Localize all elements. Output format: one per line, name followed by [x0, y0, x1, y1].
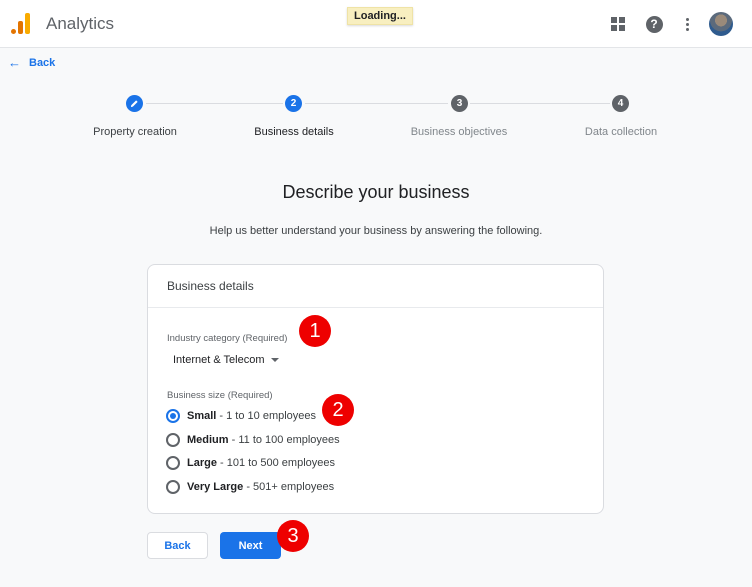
- page-subtitle: Help us better understand your business …: [209, 225, 543, 237]
- arrow-left-icon: ←: [8, 55, 21, 70]
- dropdown-caret-icon: [270, 358, 279, 362]
- step-label-data-collection: Data collection: [584, 126, 658, 138]
- back-link[interactable]: ← Back: [8, 55, 55, 70]
- loading-indicator: Loading...: [347, 7, 413, 25]
- top-app-bar: Analytics Loading... ?: [0, 0, 752, 48]
- step-2-marker: 2: [285, 95, 302, 112]
- back-link-label: Back: [29, 56, 56, 69]
- radio-label: Small - 1 to 10 employees: [187, 410, 316, 422]
- step-label-business-objectives: Business objectives: [410, 126, 508, 138]
- page-title: Describe your business: [282, 182, 470, 202]
- step-connector: [470, 103, 610, 104]
- next-button[interactable]: Next: [220, 532, 281, 559]
- radio-large[interactable]: Large - 101 to 500 employees: [166, 456, 335, 470]
- option-name: Large: [187, 457, 217, 469]
- more-vert-icon[interactable]: [677, 14, 697, 34]
- option-detail: - 501+ employees: [243, 481, 335, 493]
- step-label-business-details: Business details: [254, 126, 334, 138]
- step-3-marker: 3: [451, 95, 468, 112]
- radio-medium[interactable]: Medium - 11 to 100 employees: [166, 433, 340, 447]
- analytics-logo-icon[interactable]: [10, 12, 32, 34]
- option-detail: - 1 to 10 employees: [216, 410, 317, 422]
- help-icon[interactable]: ?: [644, 14, 664, 34]
- annotation-badge-2: 2: [322, 394, 354, 426]
- radio-button[interactable]: [166, 480, 180, 494]
- app-title[interactable]: Analytics: [46, 14, 114, 34]
- step-4-marker: 4: [612, 95, 629, 112]
- radio-label: Large - 101 to 500 employees: [187, 457, 335, 469]
- card-heading: Business details: [148, 265, 603, 308]
- avatar[interactable]: [709, 12, 733, 36]
- radio-button-checked[interactable]: [166, 409, 180, 423]
- annotation-badge-1: 1: [299, 315, 331, 347]
- radio-button[interactable]: [166, 433, 180, 447]
- option-detail: - 101 to 500 employees: [216, 457, 335, 469]
- radio-label: Very Large - 501+ employees: [187, 481, 334, 493]
- option-detail: - 11 to 100 employees: [228, 434, 340, 446]
- industry-category-dropdown[interactable]: Internet & Telecom: [173, 354, 279, 366]
- annotation-badge-3: 3: [277, 520, 309, 552]
- back-button[interactable]: Back: [147, 532, 208, 559]
- step-label-property-creation: Property creation: [93, 126, 177, 138]
- business-details-card: Business details Industry category (Requ…: [147, 264, 604, 514]
- radio-label: Medium - 11 to 100 employees: [187, 434, 340, 446]
- business-size-label: Business size (Required): [167, 390, 273, 401]
- radio-button[interactable]: [166, 456, 180, 470]
- apps-icon[interactable]: [608, 14, 628, 34]
- option-name: Very Large: [187, 481, 244, 493]
- radio-very-large[interactable]: Very Large - 501+ employees: [166, 480, 334, 494]
- step-connector: [146, 103, 283, 104]
- industry-category-label: Industry category (Required): [167, 333, 288, 344]
- option-name: Small: [187, 410, 217, 422]
- step-1-edit-icon: [126, 95, 143, 112]
- radio-small[interactable]: Small - 1 to 10 employees: [166, 409, 316, 423]
- step-connector: [305, 103, 448, 104]
- option-name: Medium: [187, 434, 229, 446]
- industry-category-value: Internet & Telecom: [173, 354, 265, 366]
